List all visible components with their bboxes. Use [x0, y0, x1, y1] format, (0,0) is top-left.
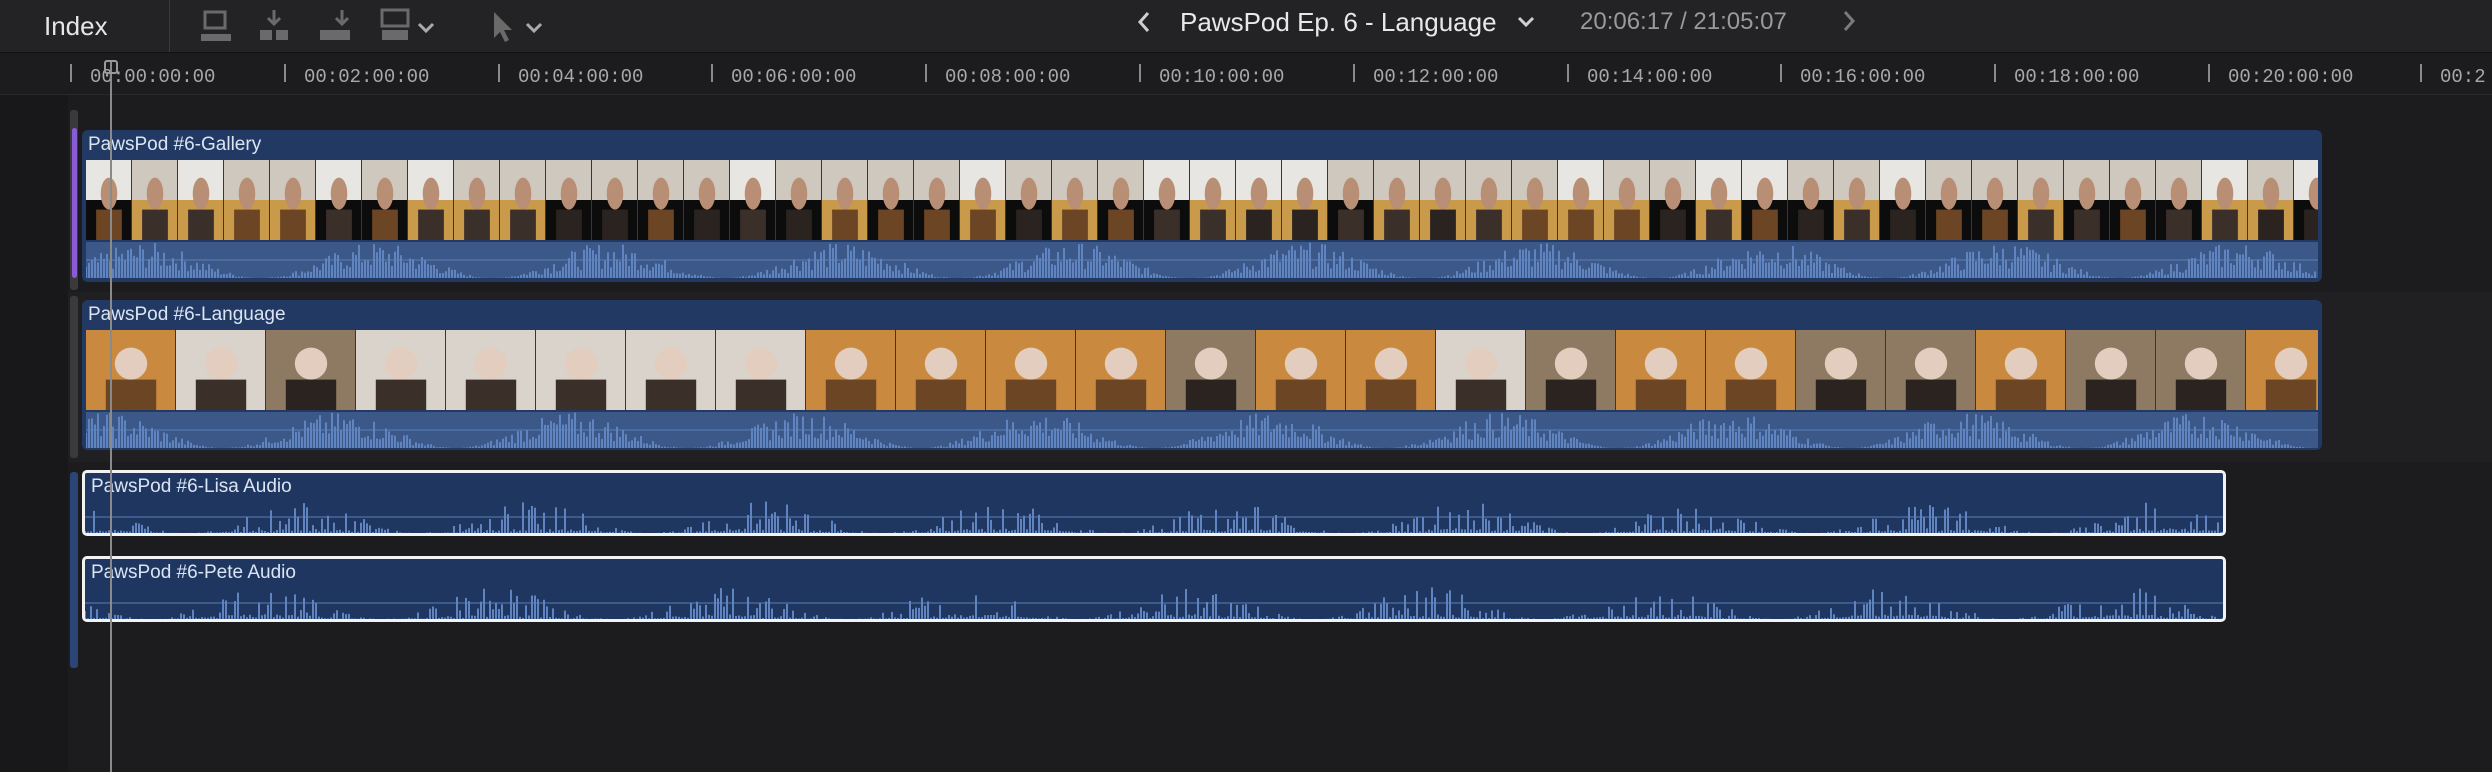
playhead[interactable]: [110, 62, 112, 772]
filmstrip-thumbnails: [86, 160, 2318, 240]
clip-title: PawsPod #6-Lisa Audio: [91, 476, 292, 497]
ruler-tick: [1139, 64, 1141, 82]
ruler-label: 00:18:00:00: [2014, 66, 2140, 88]
audio-waveform: [86, 412, 2318, 448]
ruler-label: 00:02:00:00: [304, 66, 430, 88]
ruler-label: 00:20:00:00: [2228, 66, 2354, 88]
previous-project-chevron-left-icon[interactable]: [1130, 7, 1160, 37]
project-menu-chevron-down-icon[interactable]: [1511, 7, 1541, 37]
selected-lane-indicator: [72, 128, 77, 278]
ruler-tick: [1780, 64, 1782, 82]
timeline-ruler[interactable]: 00:00:00:00 00:02:00:00 00:04:00:00 00:0…: [0, 54, 2492, 95]
select-tool-arrow-icon[interactable]: [488, 6, 518, 46]
clip-title: PawsPod #6-Pete Audio: [91, 562, 296, 583]
ruler-label: 00:12:00:00: [1373, 66, 1499, 88]
ruler-label: 00:14:00:00: [1587, 66, 1713, 88]
index-button[interactable]: Index: [0, 0, 170, 52]
ruler-tick: [2420, 64, 2422, 82]
ruler-label: 00:16:00:00: [1800, 66, 1926, 88]
clip-title: PawsPod #6-Gallery: [88, 134, 262, 155]
timeline-toolbar: Index PawsPod Ep. 6 - Language 20:06:17 …: [0, 0, 2492, 53]
ruler-tick: [70, 64, 72, 82]
lane-indicator: [70, 296, 78, 458]
playhead-handle[interactable]: [104, 60, 118, 74]
audio-waveform: [86, 242, 2318, 278]
project-title[interactable]: PawsPod Ep. 6 - Language: [1180, 7, 1497, 38]
timeline-gutter: [0, 95, 68, 772]
ruler-label: 00:08:00:00: [945, 66, 1071, 88]
clip-title: PawsPod #6-Language: [88, 304, 286, 325]
append-clip-icon[interactable]: [316, 6, 356, 46]
ruler-tick: [498, 64, 500, 82]
overwrite-clip-icon[interactable]: [376, 6, 416, 46]
filmstrip-thumbnails: [86, 330, 2318, 410]
audio-waveform: [85, 501, 2223, 533]
ruler-label: 00:04:00:00: [518, 66, 644, 88]
clip-pete-audio[interactable]: PawsPod #6-Pete Audio: [82, 556, 2226, 622]
edit-mode-chevron-down-icon[interactable]: [414, 6, 438, 46]
ruler-tick: [1353, 64, 1355, 82]
ruler-label: 00:10:00:00: [1159, 66, 1285, 88]
ruler-tick: [925, 64, 927, 82]
clip-gallery[interactable]: PawsPod #6-Gallery: [82, 130, 2322, 282]
ruler-tick: [2208, 64, 2210, 82]
ruler-tick: [1567, 64, 1569, 82]
next-project-chevron-right-icon[interactable]: [1834, 6, 1864, 36]
index-label: Index: [44, 10, 108, 41]
clip-lisa-audio[interactable]: PawsPod #6-Lisa Audio: [82, 470, 2226, 536]
ruler-tick: [711, 64, 713, 82]
lane-indicator: [70, 472, 78, 668]
connect-clip-icon[interactable]: [195, 6, 235, 46]
audio-waveform: [85, 587, 2223, 619]
ruler-label: 00:06:00:00: [731, 66, 857, 88]
insert-clip-icon[interactable]: [254, 6, 294, 46]
tool-chevron-down-icon[interactable]: [522, 6, 546, 46]
clip-language[interactable]: PawsPod #6-Language: [82, 300, 2322, 450]
ruler-label: 00:2: [2440, 66, 2486, 88]
ruler-tick: [1994, 64, 1996, 82]
ruler-tick: [284, 64, 286, 82]
timecode-duration: 20:06:17 / 21:05:07: [1580, 8, 1787, 35]
